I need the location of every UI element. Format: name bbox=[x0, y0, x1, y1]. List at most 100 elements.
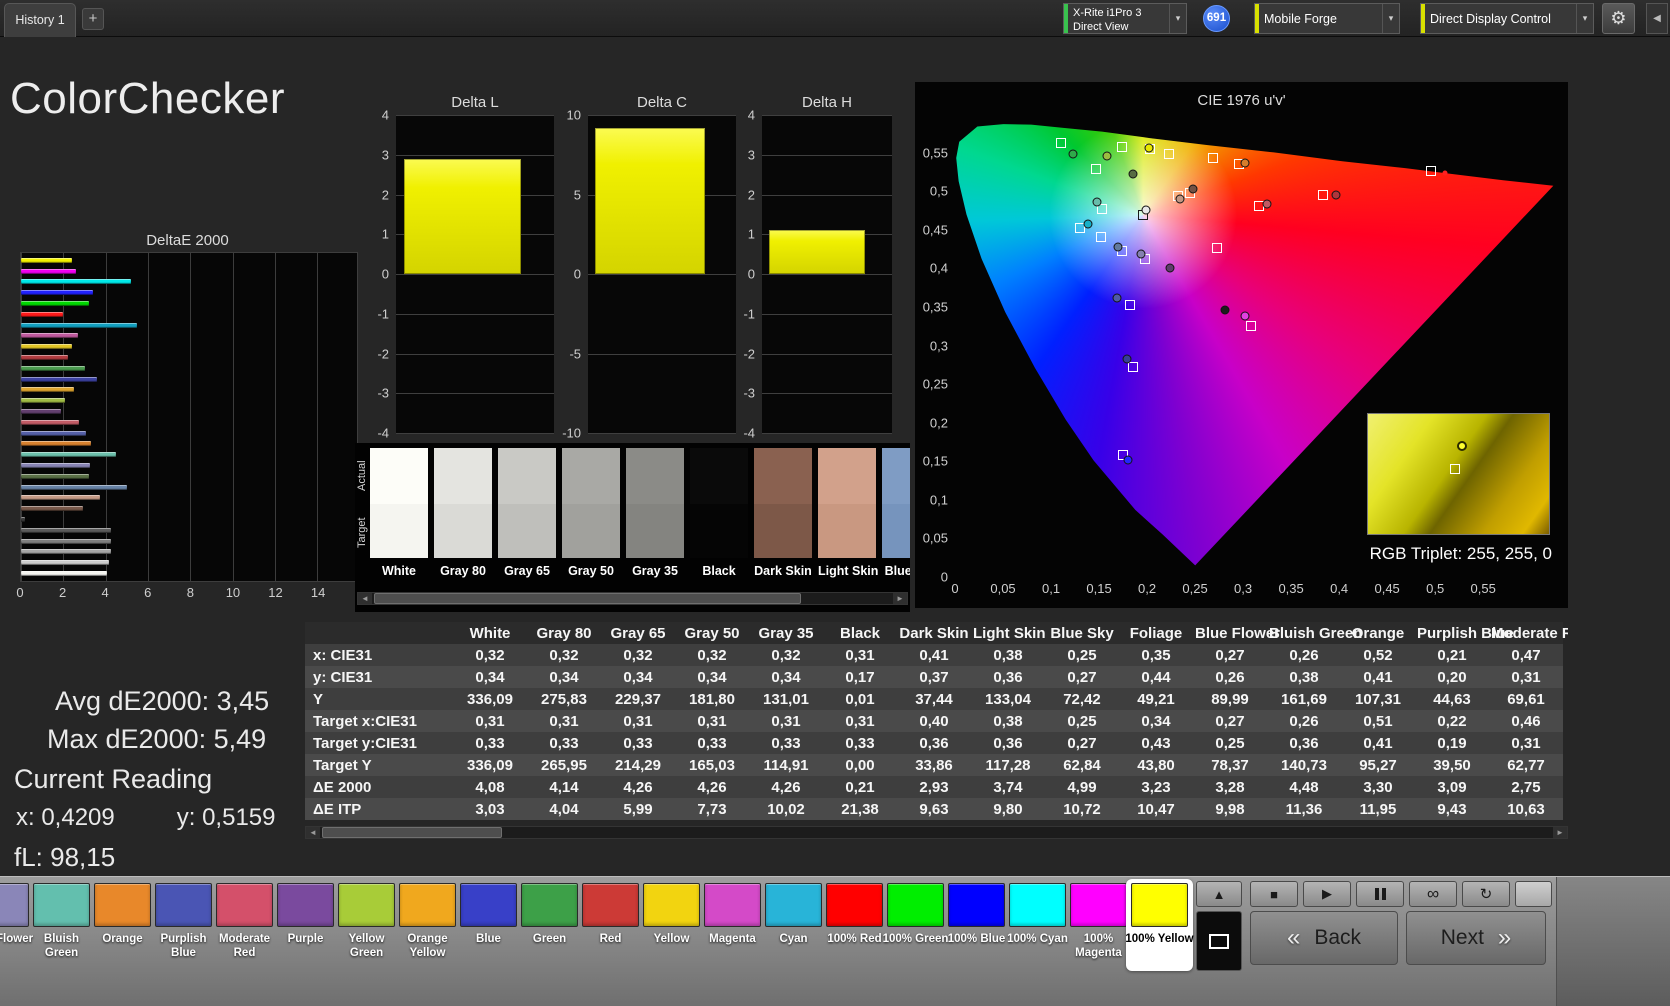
value-cell: 0,31 bbox=[453, 710, 527, 732]
delta-h-title: Delta H bbox=[762, 94, 892, 111]
value-cell: 0,27 bbox=[1193, 644, 1267, 666]
value-cell: 0,22 bbox=[1415, 710, 1489, 732]
de-bar-row bbox=[21, 528, 357, 533]
value-cell: 0,33 bbox=[823, 732, 897, 754]
value-cell: 9,98 bbox=[1193, 798, 1267, 820]
scrollbar-thumb[interactable] bbox=[374, 593, 801, 604]
scrollbar-thumb[interactable] bbox=[322, 827, 502, 838]
axis-tick-label: -1 bbox=[377, 306, 389, 321]
value-cell: 0,32 bbox=[453, 644, 527, 666]
pattern-button-purplish-blue[interactable]: Purplish Blue bbox=[155, 883, 212, 977]
patch-label: Gray 80 bbox=[434, 564, 492, 578]
de-bar-row bbox=[21, 441, 357, 446]
scrollbar-track[interactable] bbox=[372, 593, 893, 604]
current-x-value: x: 0,4209 bbox=[16, 804, 115, 832]
de-bar bbox=[21, 420, 79, 425]
add-tab-button[interactable]: + bbox=[82, 8, 104, 30]
play-icon[interactable]: ▶ bbox=[1303, 881, 1351, 907]
pattern-swatch bbox=[33, 883, 90, 927]
de-bar-row bbox=[21, 474, 357, 479]
scroll-right-icon[interactable]: ► bbox=[1553, 827, 1567, 838]
pattern-button-bluish-green[interactable]: Bluish Green bbox=[33, 883, 90, 977]
pattern-button-green[interactable]: Green bbox=[521, 883, 578, 977]
extra-transport-button[interactable] bbox=[1515, 881, 1552, 907]
column-header: White bbox=[453, 622, 527, 644]
axis-tick-label: 0,4 bbox=[930, 261, 948, 276]
column-header: Moderate Red bbox=[1489, 622, 1563, 644]
cie-measured-point bbox=[1332, 191, 1341, 200]
pattern-button-cyan[interactable]: Cyan bbox=[765, 883, 822, 977]
infinity-icon[interactable]: ∞ bbox=[1409, 881, 1457, 907]
pattern-button-100-red[interactable]: 100% Red bbox=[826, 883, 883, 977]
pattern-button-purple[interactable]: Purple bbox=[277, 883, 334, 977]
value-cell: 275,83 bbox=[527, 688, 601, 710]
pause-icon[interactable] bbox=[1356, 881, 1404, 907]
stop-icon[interactable]: ■ bbox=[1250, 881, 1298, 907]
value-cell: 0,36 bbox=[971, 732, 1045, 754]
next-button[interactable]: Next » bbox=[1406, 911, 1546, 965]
de-bar bbox=[21, 398, 65, 403]
axis-tick-label: 0,5 bbox=[930, 184, 948, 199]
cie-measured-point bbox=[1113, 294, 1122, 303]
pattern-button-label: 100% Yellow bbox=[1124, 933, 1195, 947]
gear-icon[interactable]: ⚙ bbox=[1602, 3, 1635, 34]
app-window: History 1 + X-Rite i1Pro 3 Direct View ▾… bbox=[0, 0, 1670, 1006]
pattern-button-100-cyan[interactable]: 100% Cyan bbox=[1009, 883, 1066, 977]
value-cell: 9,63 bbox=[897, 798, 971, 820]
pattern-button-orange-yellow[interactable]: Orange Yellow bbox=[399, 883, 456, 977]
scroll-left-icon[interactable]: ◄ bbox=[306, 827, 320, 838]
loop-icon[interactable]: ↻ bbox=[1462, 881, 1510, 907]
pattern-button-blue[interactable]: Blue bbox=[460, 883, 517, 977]
pattern-toolbar: Blue FlowerBluish GreenOrangePurplish Bl… bbox=[0, 876, 1670, 1006]
chevron-down-icon[interactable]: ▾ bbox=[1576, 4, 1593, 33]
pattern-button-100-blue[interactable]: 100% Blue bbox=[948, 883, 1005, 977]
pattern-swatch bbox=[765, 883, 822, 927]
collapse-panel-icon[interactable]: ◀ bbox=[1646, 3, 1668, 34]
de-bar bbox=[21, 366, 85, 371]
tab-history-1[interactable]: History 1 bbox=[4, 3, 76, 37]
table-scrollbar[interactable]: ◄ ► bbox=[305, 826, 1568, 839]
meter-dropdown[interactable]: X-Rite i1Pro 3 Direct View ▾ bbox=[1063, 3, 1187, 34]
gridline bbox=[588, 115, 736, 116]
pattern-button-100-green[interactable]: 100% Green bbox=[887, 883, 944, 977]
gridline bbox=[762, 314, 892, 315]
cie-target-point bbox=[1246, 321, 1256, 331]
pattern-button-100-magenta[interactable]: 100% Magenta bbox=[1070, 883, 1127, 977]
value-cell: 265,95 bbox=[527, 754, 601, 776]
scroll-left-icon[interactable]: ◄ bbox=[358, 593, 372, 604]
value-cell: 117,28 bbox=[971, 754, 1045, 776]
cie-measured-point bbox=[1128, 170, 1137, 179]
gridline bbox=[762, 354, 892, 355]
up-arrow-button[interactable]: ▲ bbox=[1196, 881, 1242, 907]
swatch-strip-scrollbar[interactable]: ◄ ► bbox=[357, 592, 908, 605]
pattern-source-dropdown[interactable]: Mobile Forge ▾ bbox=[1254, 3, 1400, 34]
chevron-down-icon[interactable]: ▾ bbox=[1382, 4, 1399, 33]
pattern-button-orange[interactable]: Orange bbox=[94, 883, 151, 977]
back-button[interactable]: « Back bbox=[1250, 911, 1398, 965]
value-cell: 0,34 bbox=[1119, 710, 1193, 732]
scrollbar-track[interactable] bbox=[320, 827, 1553, 838]
pattern-button-blue-flower[interactable]: Blue Flower bbox=[0, 883, 29, 977]
value-cell: 0,34 bbox=[453, 666, 527, 688]
de2000-bar-chart bbox=[20, 252, 358, 582]
pattern-button-yellow-green[interactable]: Yellow Green bbox=[338, 883, 395, 977]
scroll-right-icon[interactable]: ► bbox=[893, 593, 907, 604]
cie-measured-point bbox=[1083, 220, 1092, 229]
de-bar bbox=[21, 258, 72, 263]
column-header: Gray 35 bbox=[749, 622, 823, 644]
pattern-button-yellow[interactable]: Yellow bbox=[643, 883, 700, 977]
value-cell: 3,28 bbox=[1193, 776, 1267, 798]
pattern-button-magenta[interactable]: Magenta bbox=[704, 883, 761, 977]
display-control-dropdown[interactable]: Direct Display Control ▾ bbox=[1420, 3, 1594, 34]
value-cell: 0,31 bbox=[823, 710, 897, 732]
pattern-swatch bbox=[460, 883, 517, 927]
pattern-button-100-yellow[interactable]: 100% Yellow bbox=[1131, 883, 1188, 977]
patch-black: Black bbox=[690, 448, 748, 578]
gridline bbox=[588, 433, 736, 434]
axis-tick-label: 2 bbox=[59, 585, 66, 600]
column-header: Foliage bbox=[1119, 622, 1193, 644]
chevron-down-icon[interactable]: ▾ bbox=[1169, 4, 1186, 33]
pattern-button-moderate-red[interactable]: Moderate Red bbox=[216, 883, 273, 977]
display-window-toggle[interactable] bbox=[1196, 911, 1242, 971]
pattern-button-red[interactable]: Red bbox=[582, 883, 639, 977]
